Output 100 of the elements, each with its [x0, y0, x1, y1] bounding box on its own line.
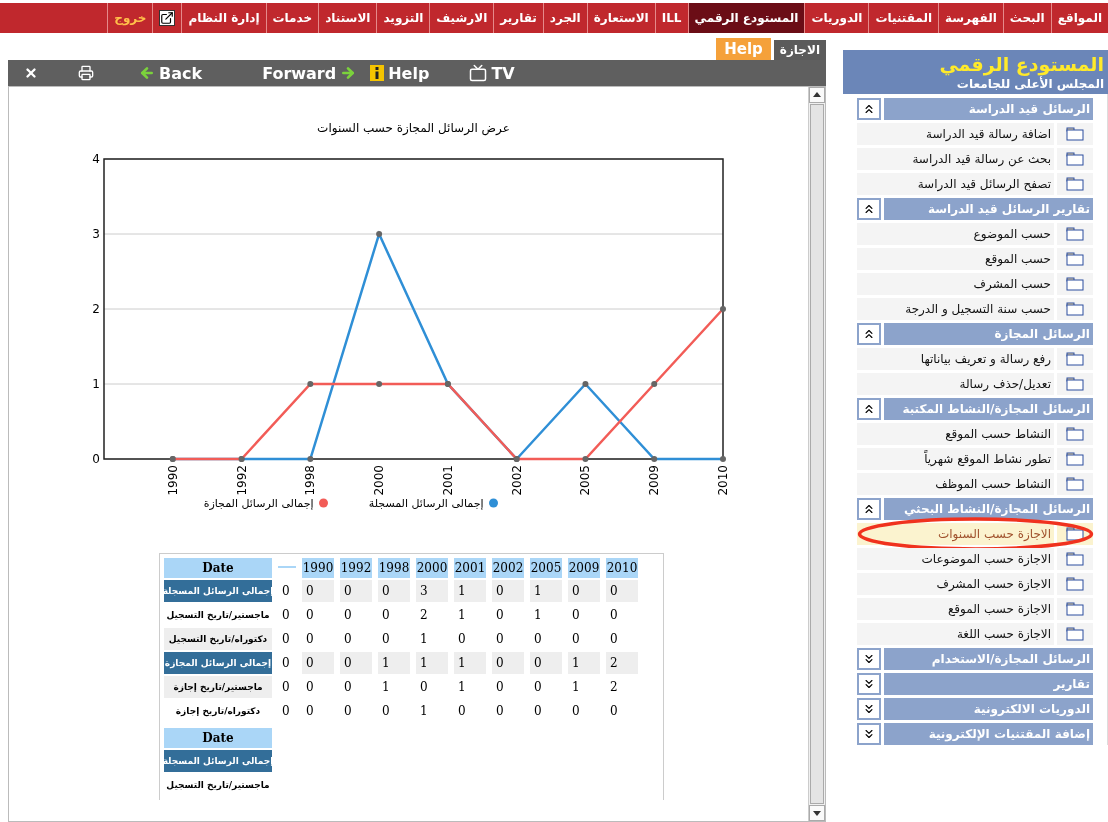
data-point [307, 381, 314, 387]
y-tick-label: 2 [92, 302, 100, 316]
folder-icon [1066, 577, 1084, 591]
table-cell: 0 [492, 580, 524, 602]
data-point [582, 381, 589, 387]
menu-item[interactable]: النشاط حسب الموظف [857, 473, 1054, 495]
table-cell: 1 [416, 652, 448, 674]
menu-item[interactable]: الاجازة حسب السنوات [857, 523, 1054, 545]
menu-item[interactable]: الاجازة حسب المشرف [857, 573, 1054, 595]
folder-icon [1066, 527, 1084, 541]
forward-button[interactable]: Forward [262, 63, 357, 83]
chart-title: عرض الرسائل المجازة حسب السنوات [317, 121, 510, 135]
collapse-toggle[interactable] [857, 398, 881, 420]
sidebar-subtitle: المجلس الأعلى للجامعات [956, 77, 1104, 91]
menu-item[interactable]: رفع رسالة و تعريف بياناتها [857, 348, 1054, 370]
menu-item[interactable]: الاجازة حسب الموقع [857, 598, 1054, 620]
table-cell: 0 [530, 652, 562, 674]
table-header: 2002 [492, 558, 524, 578]
table-cell: 0 [340, 652, 372, 674]
row-label: إجمالى الرسائل المجازة [164, 652, 272, 674]
collapse-toggle[interactable] [857, 648, 881, 670]
collapse-toggle[interactable] [857, 98, 881, 120]
row-label: دكتوراه/تاريخ التسجيل [164, 628, 272, 650]
chevrons-up-icon [862, 402, 876, 416]
menu-item[interactable]: اضافة رسالة قيد الدراسة [857, 123, 1054, 145]
scrollbar[interactable] [808, 87, 825, 821]
y-tick-label: 1 [92, 377, 100, 391]
menu-item[interactable]: حسب الموقع [857, 248, 1054, 270]
table-header: 1998 [378, 558, 410, 578]
data-point [376, 231, 383, 237]
chevrons-up-icon [862, 202, 876, 216]
collapse-toggle[interactable] [857, 198, 881, 220]
x-tick-label: 2005 [578, 465, 593, 496]
menu-item[interactable]: حسب المشرف [857, 273, 1054, 295]
x-tick-label: 2009 [647, 465, 662, 496]
folder-icon [1066, 627, 1084, 641]
chevrons-down-icon [862, 727, 876, 741]
chevrons-up-icon [862, 102, 876, 116]
collapse-toggle[interactable] [857, 723, 881, 745]
table-cell: 0 [340, 580, 372, 602]
tv-button[interactable]: TV [469, 63, 515, 83]
folder-icon [1066, 277, 1084, 291]
folder-icon [1066, 427, 1084, 441]
table-header: 2009 [568, 558, 600, 578]
menu-item[interactable]: النشاط حسب الموقع [857, 423, 1054, 445]
collapse-toggle[interactable] [857, 498, 881, 520]
folder-icon [1066, 602, 1084, 616]
table-cell: 1 [530, 580, 562, 602]
x-tick-label: 2001 [440, 465, 455, 496]
collapse-toggle[interactable] [857, 698, 881, 720]
data-point [720, 456, 726, 462]
table-cell: 1 [378, 652, 410, 674]
legend-label: إجمالى الرسائل المجازة [203, 497, 314, 510]
folder-icon [1066, 452, 1084, 466]
tab[interactable]: الاجازة [773, 40, 826, 60]
chevrons-down-icon [862, 652, 876, 666]
back-button[interactable]: Back [139, 63, 203, 83]
table-cell: 0 [492, 652, 524, 674]
menu-item[interactable]: حسب سنة التسجيل و الدرجة [857, 298, 1054, 320]
menu-item[interactable]: تطور نشاط الموقع شهرياً [857, 448, 1054, 470]
table-header: 2000 [416, 558, 448, 578]
close-icon [24, 66, 38, 80]
table-header: Date [164, 728, 272, 748]
table-cell: 0 [302, 652, 334, 674]
help-button[interactable]: Help [370, 63, 430, 83]
data-point [651, 456, 658, 462]
table-cell: 2 [606, 652, 638, 674]
menu-item[interactable]: بحث عن رسالة قيد الدراسة [857, 148, 1054, 170]
menu-item[interactable]: حسب الموضوع [857, 223, 1054, 245]
collapse-toggle[interactable] [857, 673, 881, 695]
table-cell: 1 [568, 652, 600, 674]
folder-icon [1066, 252, 1084, 266]
menu-item[interactable]: تعديل/حذف رسالة [857, 373, 1054, 395]
table-header: 2005 [530, 558, 562, 578]
folder-icon [1066, 552, 1084, 566]
nav-item[interactable]: المستودع الرقمي [687, 3, 805, 33]
data-point [307, 456, 314, 462]
x-tick-label: 2002 [509, 465, 524, 496]
y-tick-label: 0 [92, 452, 100, 466]
menu-item[interactable]: تصفح الرسائل قيد الدراسة [857, 173, 1054, 195]
chevrons-down-icon [862, 702, 876, 716]
data-point [720, 306, 726, 312]
info-icon [370, 65, 385, 81]
table-header: Date [164, 558, 272, 578]
table-cell: 1 [454, 652, 486, 674]
chevrons-up-icon [862, 502, 876, 516]
folder-icon [1066, 177, 1084, 191]
folder-icon [1066, 127, 1084, 141]
print-button[interactable] [78, 65, 94, 81]
close-button[interactable] [24, 66, 38, 80]
table-cell: 1 [454, 580, 486, 602]
y-tick-label: 3 [92, 227, 100, 241]
table-cell: 0 [606, 580, 638, 602]
table-header: 2001 [454, 558, 486, 578]
folder-icon [1066, 152, 1084, 166]
folder-icon [1066, 477, 1084, 491]
collapse-toggle[interactable] [857, 323, 881, 345]
menu-item[interactable]: الاجازة حسب الموضوعات [857, 548, 1054, 570]
table-cell: 0 [568, 580, 600, 602]
menu-item[interactable]: الاجازة حسب اللغة [857, 623, 1054, 645]
